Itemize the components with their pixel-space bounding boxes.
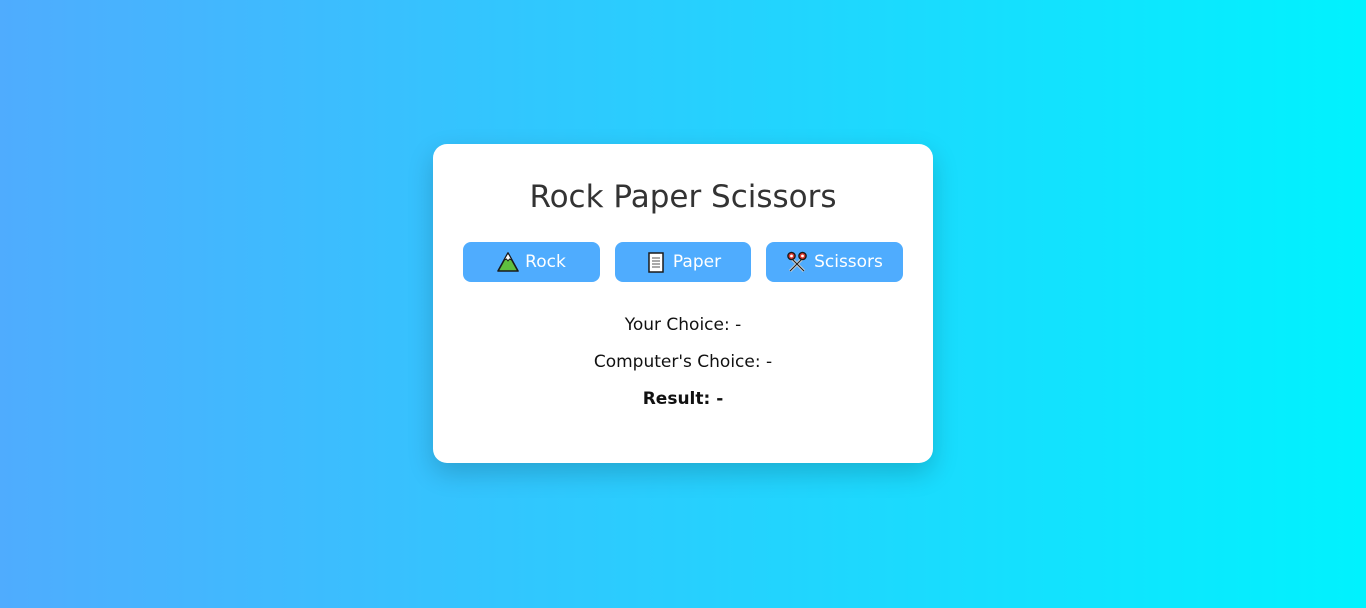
rock-button-label: Rock <box>525 252 566 272</box>
your-choice-text: Your Choice: - <box>624 315 742 335</box>
scissors-button[interactable]: Scissors <box>766 242 903 282</box>
rock-button[interactable]: Rock <box>463 242 600 282</box>
scissors-button-label: Scissors <box>814 252 883 272</box>
mountain-icon <box>497 251 519 273</box>
result-text: Result: - <box>642 389 724 409</box>
paper-button-label: Paper <box>672 252 722 272</box>
choice-buttons: Rock Paper Scissors <box>463 242 903 282</box>
computer-choice-text: Computer's Choice: - <box>593 352 773 372</box>
game-card: Rock Paper Scissors Rock Paper Scissors … <box>433 144 933 463</box>
scissors-icon <box>786 251 808 273</box>
paper-button[interactable]: Paper <box>615 242 751 282</box>
page-icon <box>645 251 667 273</box>
game-title: Rock Paper Scissors <box>529 179 837 215</box>
